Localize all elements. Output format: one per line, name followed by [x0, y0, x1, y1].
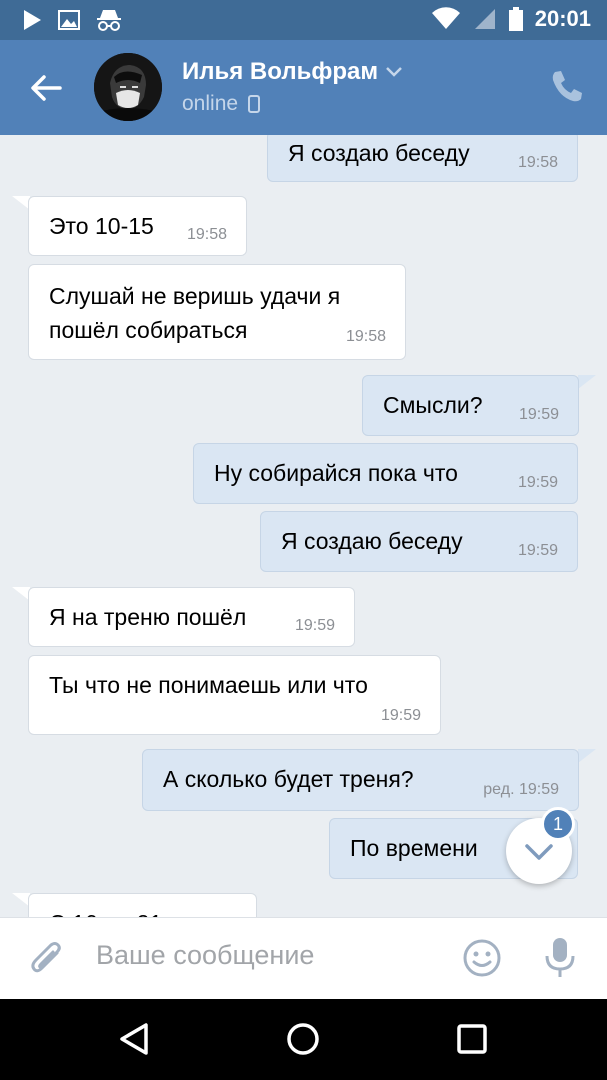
nav-back-icon[interactable] — [116, 1021, 152, 1057]
message-time: 19:59 — [517, 474, 558, 491]
message-list[interactable]: Я создаю беседу 19:58 Это 10-15 19:58 Сл… — [0, 135, 607, 917]
message-text: Это 10-15 — [49, 213, 154, 239]
clock: 20:01 — [534, 6, 591, 31]
message-input[interactable]: Ваше сообщение — [96, 940, 314, 971]
message-time: 19:59 — [380, 707, 421, 724]
contact-name: Илья Вольфрам — [182, 58, 379, 85]
incognito-icon — [97, 10, 121, 31]
paperclip-icon[interactable] — [28, 939, 68, 979]
wifi-icon — [431, 7, 460, 29]
chevron-down-icon — [386, 67, 402, 77]
message-time: 19:58 — [345, 328, 386, 345]
mic-icon[interactable] — [542, 936, 578, 980]
message-incoming[interactable]: С 16 до 21 — [28, 893, 257, 917]
contact-status: online — [182, 92, 239, 115]
message-incoming[interactable]: Слушай не веришь удачи я пошёл собиратьс… — [28, 264, 406, 360]
bubble-tail — [578, 749, 596, 763]
message-text: Ну собирайся пока что — [214, 460, 458, 486]
message-time: 19:58 — [517, 154, 558, 171]
message-text: А сколько будет треня? — [163, 766, 414, 792]
phone-icon[interactable] — [549, 68, 585, 104]
message-text: Я на треню пошёл — [49, 604, 247, 630]
message-text: Смысли? — [383, 392, 483, 418]
nav-home-icon[interactable] — [285, 1021, 321, 1057]
message-incoming[interactable]: Это 10-15 19:58 — [28, 196, 247, 256]
message-time: 19:58 — [186, 226, 227, 243]
message-incoming[interactable]: Ты что не понимаешь или что 19:59 — [28, 655, 441, 735]
unread-badge: 1 — [541, 807, 575, 841]
battery-icon — [508, 7, 523, 31]
message-text: С 16 до 21 — [49, 906, 162, 917]
back-arrow-icon[interactable] — [26, 68, 66, 108]
bubble-tail — [578, 375, 596, 389]
message-outgoing[interactable]: Я создаю беседу 19:58 — [267, 135, 578, 182]
message-time: ред. 19:59 — [483, 781, 559, 798]
message-incoming[interactable]: Я на треню пошёл 19:59 — [28, 587, 355, 647]
smile-icon[interactable] — [462, 938, 502, 978]
contact-name-row[interactable]: Илья Вольфрам — [182, 58, 402, 86]
message-text: Я создаю беседу — [288, 140, 470, 166]
status-bar: 20:01 — [0, 0, 607, 40]
nav-recents-icon[interactable] — [454, 1021, 490, 1057]
avatar[interactable] — [94, 53, 162, 121]
image-icon — [58, 10, 80, 30]
mobile-icon — [248, 95, 261, 113]
message-composer: Ваше сообщение — [0, 917, 607, 999]
message-text-line-2: пошёл собираться — [49, 317, 248, 343]
message-text-line-1: Слушай не веришь удачи я — [49, 283, 341, 309]
message-time: 19:59 — [517, 542, 558, 559]
message-text: По времени — [350, 835, 478, 861]
message-text: Я создаю беседу — [281, 528, 463, 554]
play-icon — [24, 10, 41, 30]
contact-status-row: online — [182, 92, 261, 116]
signal-icon — [474, 9, 495, 29]
system-nav-bar — [0, 999, 607, 1080]
message-outgoing[interactable]: А сколько будет треня? ред. 19:59 — [142, 749, 579, 811]
message-text: Ты что не понимаешь или что — [49, 672, 368, 698]
chat-header: Илья Вольфрам online — [0, 40, 607, 135]
message-time: 19:59 — [294, 617, 335, 634]
message-outgoing[interactable]: Ну собирайся пока что 19:59 — [193, 443, 578, 504]
message-outgoing[interactable]: Смысли? 19:59 — [362, 375, 579, 436]
message-time: 19:59 — [518, 406, 559, 423]
message-outgoing[interactable]: Я создаю беседу 19:59 — [260, 511, 578, 572]
